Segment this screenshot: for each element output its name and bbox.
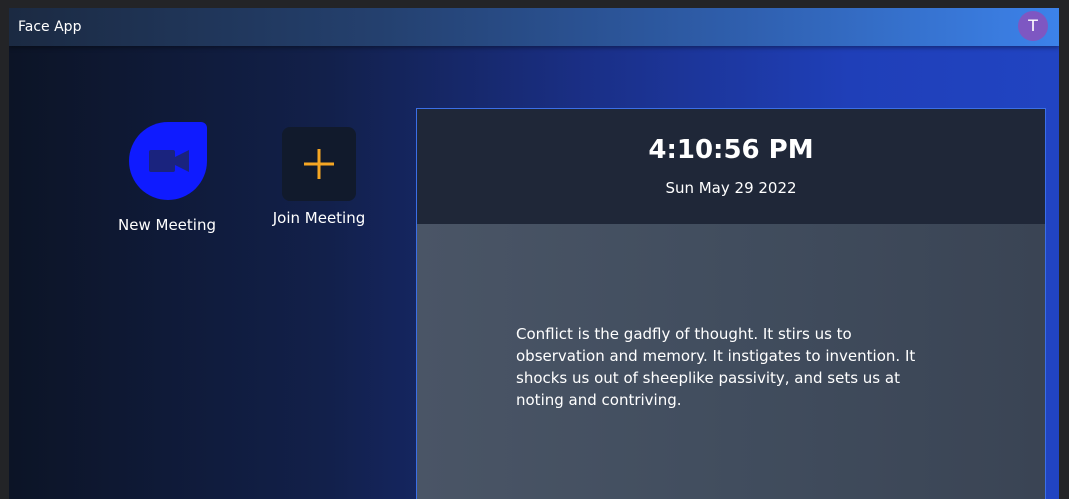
app-title: Face App [18, 19, 82, 35]
app-window: Face App T New Meeting Join Meeting 4:10… [9, 8, 1059, 499]
clock-card: 4:10:56 PM Sun May 29 2022 Conflict is t… [416, 108, 1046, 499]
top-app-bar: Face App T [9, 8, 1059, 46]
quote-text: Conflict is the gadfly of thought. It st… [516, 325, 916, 409]
new-meeting-label: New Meeting [118, 216, 216, 234]
current-time: 4:10:56 PM [648, 135, 814, 165]
new-meeting-tile[interactable] [129, 122, 207, 200]
join-meeting-button[interactable]: Join Meeting [261, 124, 373, 234]
current-date: Sun May 29 2022 [665, 179, 797, 197]
plus-icon [304, 149, 334, 179]
join-meeting-label: Join Meeting [272, 209, 366, 227]
new-meeting-button[interactable]: New Meeting [102, 120, 232, 240]
video-camera-icon [149, 150, 189, 172]
join-meeting-tile[interactable] [282, 127, 356, 201]
clock-header: 4:10:56 PM Sun May 29 2022 [417, 109, 1045, 224]
user-avatar[interactable]: T [1018, 11, 1048, 41]
